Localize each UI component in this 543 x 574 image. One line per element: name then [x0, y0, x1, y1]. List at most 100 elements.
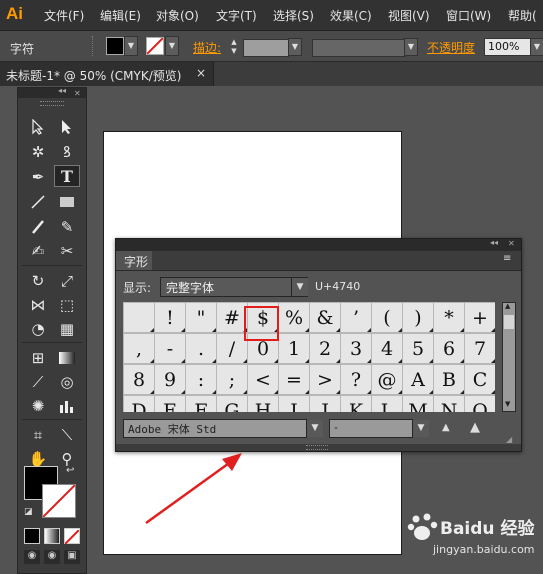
glyph-cell[interactable]: H	[248, 396, 278, 412]
close-icon[interactable]: ✕	[74, 89, 81, 98]
show-select[interactable]: 完整字体 ▼	[160, 277, 308, 297]
tab-glyphs[interactable]: 字形	[116, 251, 152, 270]
glyph-cell[interactable]: 5	[403, 334, 433, 363]
scroll-up-icon[interactable]: ▲	[505, 302, 510, 310]
glyph-cell[interactable]: 8	[124, 365, 154, 394]
glyph-cell[interactable]: L	[372, 396, 402, 412]
scrollbar-thumb[interactable]	[504, 315, 514, 329]
opacity-dropdown[interactable]: ▼	[530, 38, 543, 56]
lasso-tool-icon[interactable]: ꝸ	[54, 141, 80, 163]
menu-select[interactable]: 选择(S)	[273, 7, 314, 24]
blend-tool-icon[interactable]: ◎	[54, 371, 80, 393]
stroke-weight-dropdown[interactable]: ▼	[288, 38, 302, 56]
mesh-tool-icon[interactable]: ⊞	[25, 347, 51, 369]
artboard-tool-icon[interactable]: ⌗	[25, 424, 51, 446]
glyph-cell[interactable]: 7	[465, 334, 495, 363]
swap-fill-stroke-icon[interactable]: ↩	[66, 465, 74, 476]
document-tab[interactable]: 未标题-1* @ 50% (CMYK/预览) ×	[0, 62, 214, 86]
glyph-cell[interactable]: 1	[279, 334, 309, 363]
resize-grip-icon[interactable]: ◢	[506, 435, 512, 444]
fill-dropdown-arrow[interactable]: ▼	[124, 36, 138, 56]
glyph-grid-scrollbar[interactable]: ▲ ▼	[502, 302, 516, 412]
glyph-cell[interactable]: "	[186, 303, 216, 332]
scissors-tool-icon[interactable]: ✂	[54, 240, 80, 262]
font-family-select[interactable]: Adobe 宋体 Std	[123, 419, 307, 438]
collapse-icon[interactable]: ◂◂	[58, 86, 66, 95]
font-style-select[interactable]: -	[329, 419, 413, 438]
glyph-cell[interactable]: D	[124, 396, 154, 412]
menu-edit[interactable]: 编辑(E)	[100, 7, 141, 24]
glyph-cell[interactable]: C	[465, 365, 495, 394]
glyph-cell[interactable]: O	[465, 396, 495, 412]
stroke-swatch[interactable]	[42, 484, 76, 518]
glyph-cell[interactable]: =	[279, 365, 309, 394]
glyph-cell[interactable]: @	[372, 365, 402, 394]
glyph-cell[interactable]: A	[403, 365, 433, 394]
close-icon[interactable]: ×	[196, 66, 206, 80]
direct-selection-tool-icon[interactable]	[54, 116, 80, 138]
line-segment-tool-icon[interactable]	[25, 191, 51, 213]
rectangle-tool-icon[interactable]	[54, 191, 80, 213]
glyph-cell[interactable]: <	[248, 365, 278, 394]
glyph-cell[interactable]: I	[279, 396, 309, 412]
glyph-cell[interactable]: 2	[310, 334, 340, 363]
glyph-cell[interactable]: .	[186, 334, 216, 363]
draw-normal-icon[interactable]: ◉	[24, 550, 40, 564]
variable-width-field[interactable]	[312, 39, 406, 57]
fill-color-swatch[interactable]	[106, 37, 124, 55]
menu-file[interactable]: 文件(F)	[44, 7, 84, 24]
glyph-cell[interactable]: #	[217, 303, 247, 332]
stroke-label[interactable]: 描边:	[193, 39, 221, 56]
glyph-cell[interactable]: 6	[434, 334, 464, 363]
screen-mode-icon[interactable]: ▣	[64, 550, 80, 564]
chevron-down-icon[interactable]: ▼	[307, 420, 323, 437]
close-icon[interactable]: ✕	[508, 239, 515, 248]
glyph-cell[interactable]: *	[434, 303, 464, 332]
stroke-color-swatch[interactable]	[146, 37, 164, 55]
glyph-cell[interactable]: +	[465, 303, 495, 332]
column-graph-tool-icon[interactable]	[54, 395, 80, 417]
glyph-cell[interactable]: &	[310, 303, 340, 332]
collapse-icon[interactable]: ◂◂	[490, 238, 498, 247]
pen-tool-icon[interactable]: ✒	[25, 166, 51, 188]
menu-object[interactable]: 对象(O)	[156, 7, 199, 24]
glyph-cell[interactable]: F	[186, 396, 216, 412]
gradient-mode-icon[interactable]	[44, 528, 60, 544]
variable-width-dropdown[interactable]: ▼	[404, 38, 418, 56]
type-tool-icon[interactable]: T	[54, 165, 80, 187]
stroke-weight-field[interactable]	[243, 39, 289, 57]
glyph-cell[interactable]: B	[434, 365, 464, 394]
opacity-field[interactable]: 100%	[484, 38, 531, 56]
glyph-cell[interactable]: %	[279, 303, 309, 332]
glyph-cell[interactable]	[124, 303, 154, 332]
scroll-down-icon[interactable]: ▼	[505, 400, 510, 408]
menu-view[interactable]: 视图(V)	[388, 7, 430, 24]
glyph-cell[interactable]: N	[434, 396, 464, 412]
blob-brush-tool-icon[interactable]: ✍	[25, 240, 51, 262]
menu-effect[interactable]: 效果(C)	[330, 7, 372, 24]
chevron-down-icon[interactable]: ▼	[413, 420, 429, 437]
glyph-cell[interactable]: 3	[341, 334, 371, 363]
menu-type[interactable]: 文字(T)	[216, 7, 257, 24]
glyph-cell[interactable]: 4	[372, 334, 402, 363]
glyph-cell[interactable]: 9	[155, 365, 185, 394]
stroke-stepper[interactable]: ▲ ▼	[228, 38, 240, 56]
glyph-cell[interactable]: :	[186, 365, 216, 394]
slice-tool-icon[interactable]: ⟍	[54, 424, 80, 446]
width-tool-icon[interactable]: ⋈	[25, 294, 51, 316]
pencil-tool-icon[interactable]: ✎	[54, 216, 80, 238]
menu-help[interactable]: 帮助(	[508, 7, 537, 24]
glyph-cell[interactable]: ,	[124, 334, 154, 363]
glyph-cell[interactable]: -	[155, 334, 185, 363]
glyph-cell[interactable]: >	[310, 365, 340, 394]
glyph-cell[interactable]: J	[310, 396, 340, 412]
glyph-cell[interactable]: /	[217, 334, 247, 363]
glyphs-panel-titlebar[interactable]: ◂◂ ✕	[116, 238, 521, 251]
panel-menu-icon[interactable]: ≡	[503, 253, 511, 264]
color-mode-icon[interactable]	[24, 528, 40, 544]
scale-tool-icon[interactable]: ⤢	[54, 270, 80, 292]
tools-panel-header[interactable]: ◂◂ ✕	[18, 86, 86, 98]
zoom-out-icon[interactable]: ▲	[442, 422, 450, 433]
perspective-grid-tool-icon[interactable]: ▦	[54, 318, 80, 340]
glyph-cell[interactable]: ;	[217, 365, 247, 394]
